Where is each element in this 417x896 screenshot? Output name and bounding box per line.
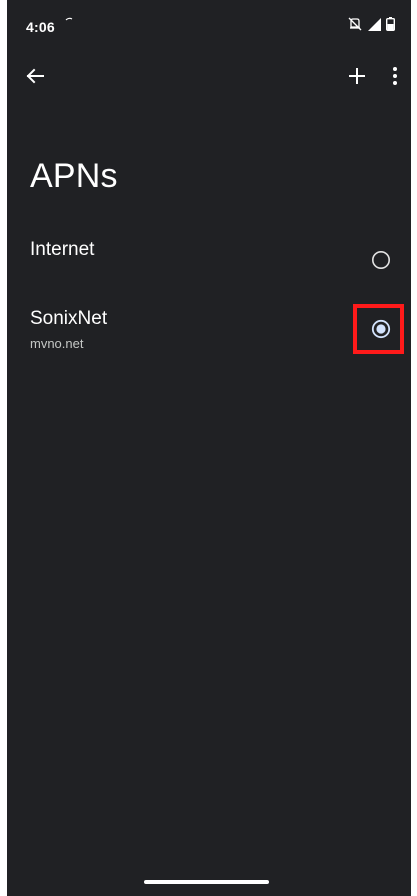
page-title: APNs — [30, 157, 118, 195]
battery-icon — [386, 17, 395, 31]
status-icons — [347, 17, 395, 31]
arrow-back-icon[interactable] — [23, 64, 47, 88]
highlight-box — [353, 304, 404, 354]
apn-name: Internet — [30, 239, 95, 260]
radio-unselected-icon[interactable] — [371, 250, 391, 270]
phone-screen: 4:06 APNs Internet SonixNet mvno.net — [7, 0, 411, 896]
vibrate-off-icon — [348, 17, 362, 31]
home-indicator[interactable] — [144, 880, 269, 884]
app-bar — [7, 56, 411, 96]
signal-icon — [368, 17, 381, 31]
loading-indicator-icon — [65, 17, 73, 21]
plus-icon[interactable] — [345, 64, 369, 88]
apn-name: SonixNet — [30, 308, 108, 329]
status-bar: 4:06 — [7, 0, 411, 48]
apn-item-sonixnet[interactable]: SonixNet mvno.net — [7, 296, 411, 366]
more-vert-icon[interactable] — [385, 64, 405, 88]
apn-subtitle: mvno.net — [30, 336, 84, 351]
status-time: 4:06 — [26, 19, 55, 35]
apn-item-internet[interactable]: Internet — [7, 228, 411, 292]
